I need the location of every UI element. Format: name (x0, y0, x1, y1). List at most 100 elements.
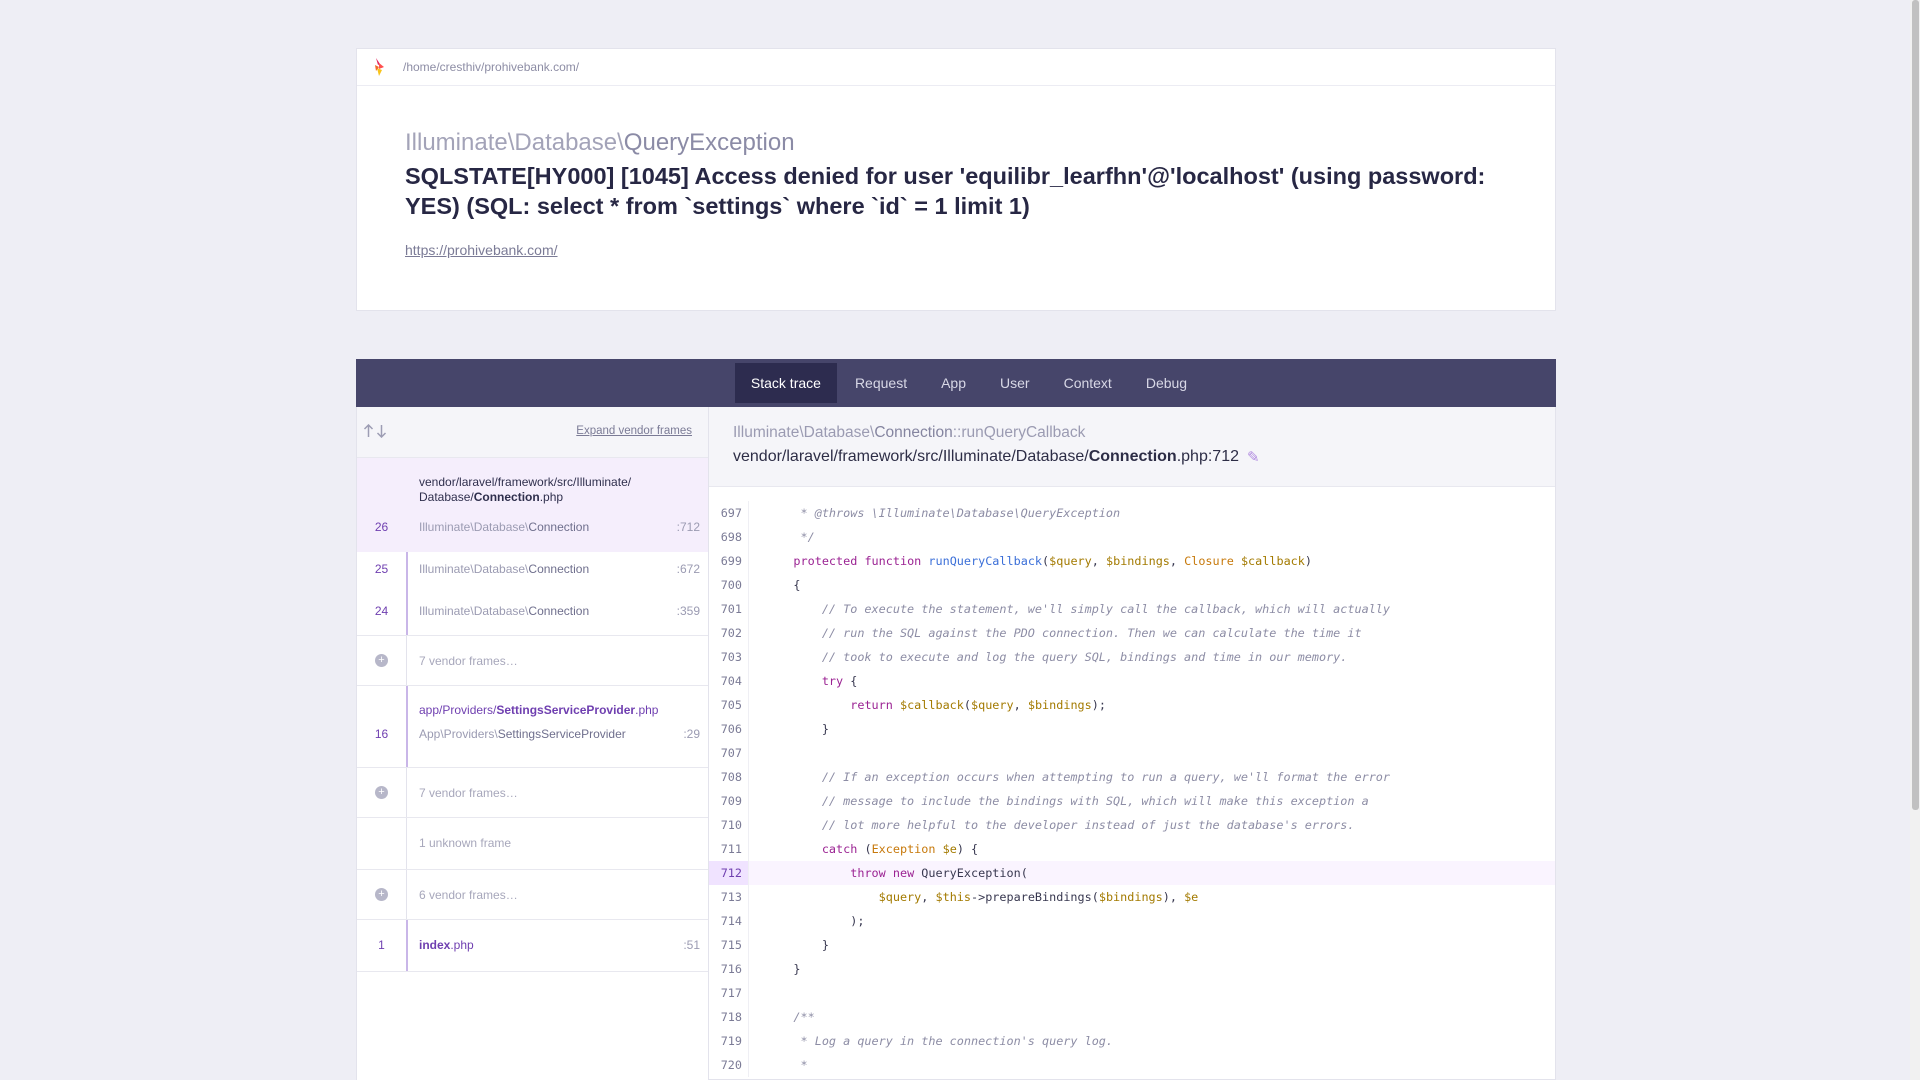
frame-number: 26 (374, 520, 389, 534)
code-line: 719 * Log a query in the connection's qu… (709, 1029, 1555, 1053)
line-number[interactable]: 710 (709, 813, 749, 837)
line-number[interactable]: 712 (709, 861, 749, 885)
code-text: // To execute the statement, we'll simpl… (765, 602, 1391, 616)
line-number[interactable]: 711 (709, 837, 749, 861)
frame-number: 1 (378, 938, 385, 952)
code-line: 707 (709, 741, 1555, 765)
line-number[interactable]: 718 (709, 1005, 749, 1029)
code-header: Illuminate\Database\Connection::runQuery… (709, 407, 1555, 487)
frame-row[interactable]: 24 Illuminate\Database\Connection :359 (357, 591, 708, 633)
expand-plus-icon[interactable]: + (375, 888, 388, 901)
line-number[interactable]: 703 (709, 645, 749, 669)
frame-line: :712 (676, 520, 700, 534)
unknown-frame-label: 1 unknown frame (419, 836, 512, 850)
line-number[interactable]: 715 (709, 933, 749, 957)
tab-request[interactable]: Request (839, 363, 923, 403)
line-number[interactable]: 698 (709, 525, 749, 549)
exception-class: Illuminate\Database\QueryException (405, 129, 795, 157)
line-number[interactable]: 707 (709, 741, 749, 765)
line-number[interactable]: 706 (709, 717, 749, 741)
code-line: 703 // took to execute and log the query… (709, 645, 1555, 669)
line-number[interactable]: 699 (709, 549, 749, 573)
exception-message: SQLSTATE[HY000] [1045] Access denied for… (405, 163, 1486, 219)
line-number[interactable]: 705 (709, 693, 749, 717)
line-number[interactable]: 700 (709, 573, 749, 597)
exception-short-name: QueryException (623, 129, 795, 156)
code-line: 717 (709, 981, 1555, 1005)
line-number[interactable]: 708 (709, 765, 749, 789)
line-number[interactable]: 704 (709, 669, 749, 693)
exception-header-card: /home/cresthiv/prohivebank.com/ Illumina… (356, 48, 1556, 311)
expand-plus-icon[interactable]: + (375, 654, 388, 667)
unknown-frame[interactable]: 1 unknown frame (357, 818, 708, 870)
code-line: 702 // run the SQL against the PDO conne… (709, 621, 1555, 645)
frames-list: Expand vendor frames vendor/laravel/fram… (357, 407, 709, 1080)
expand-vendor-frames-link[interactable]: Expand vendor frames (576, 425, 692, 437)
page-scrollbar[interactable] (1910, 0, 1920, 1080)
code-file-path: vendor/laravel/framework/src/Illuminate/… (733, 448, 1260, 466)
code-text: /** (765, 1010, 815, 1024)
exception-namespace: Illuminate\Database\ (405, 129, 624, 156)
frame-row[interactable]: 25 Illuminate\Database\Connection :672 (357, 549, 708, 591)
vendor-frames-label: 7 vendor frames… (419, 654, 518, 668)
code-line: 711 catch (Exception $e) { (709, 837, 1555, 861)
code-text: return $callback($query, $bindings); (850, 698, 1106, 712)
tab-app[interactable]: App (925, 363, 982, 403)
frame-number: 16 (374, 727, 389, 741)
tabs-bar: Stack trace Request App User Context Deb… (356, 359, 1556, 407)
code-line: 701 // To execute the statement, we'll s… (709, 597, 1555, 621)
code-text: $query, $this->prepareBindings($bindings… (878, 890, 1199, 904)
frame-rail (406, 768, 407, 817)
scrollbar-thumb[interactable] (1912, 0, 1919, 810)
vendor-frames-collapsed[interactable]: + 7 vendor frames… (357, 636, 708, 686)
frame-group-index[interactable]: 1 index.php :51 (357, 920, 708, 972)
code-line: 718 /** (709, 1005, 1555, 1029)
code-line: 699 protected function runQueryCallback(… (709, 549, 1555, 573)
line-number[interactable]: 701 (709, 597, 749, 621)
frame-file-path: index.php (419, 938, 474, 952)
code-text: // If an exception occurs when attemptin… (765, 770, 1391, 784)
code-text: */ (765, 530, 815, 544)
code-text: protected function runQueryCallback($que… (793, 554, 1312, 568)
code-line: 712 throw new QueryException( (709, 861, 1555, 885)
line-number[interactable]: 716 (709, 957, 749, 981)
frame-class: Illuminate\Database\Connection (419, 604, 590, 618)
stack-trace-panel: Expand vendor frames vendor/laravel/fram… (356, 407, 1556, 1080)
code-line: 706 } (709, 717, 1555, 741)
line-number[interactable]: 720 (709, 1053, 749, 1077)
request-url-link[interactable]: https://prohivebank.com/ (405, 242, 558, 258)
sort-frames-icon[interactable] (363, 424, 387, 438)
frame-row[interactable]: 26 Illuminate\Database\Connection :712 (357, 507, 708, 549)
line-number[interactable]: 717 (709, 981, 749, 1005)
code-class-method: Illuminate\Database\Connection::runQuery… (733, 424, 1086, 441)
code-text: { (765, 578, 801, 592)
app-path: /home/cresthiv/prohivebank.com/ (403, 60, 580, 74)
code-text: // took to execute and log the query SQL… (765, 650, 1348, 664)
frames-toolbar: Expand vendor frames (357, 407, 708, 458)
frame-file-path[interactable]: vendor/laravel/framework/src/Illuminate/… (357, 458, 708, 505)
line-number[interactable]: 719 (709, 1029, 749, 1053)
pencil-icon[interactable]: ✎ (1247, 448, 1260, 466)
tab-user[interactable]: User (984, 363, 1046, 403)
tab-stack-trace[interactable]: Stack trace (734, 363, 837, 403)
code-viewer: Illuminate\Database\Connection::runQuery… (709, 407, 1555, 1080)
line-number[interactable]: 702 (709, 621, 749, 645)
frame-row[interactable]: 16 App\Providers\SettingsServiceProvider… (357, 714, 708, 756)
vendor-frames-collapsed[interactable]: + 7 vendor frames… (357, 768, 708, 818)
frame-line: :359 (676, 604, 700, 618)
line-number[interactable]: 709 (709, 789, 749, 813)
frame-row[interactable]: 1 index.php :51 (357, 920, 708, 970)
vendor-frames-collapsed[interactable]: + 6 vendor frames… (357, 870, 708, 920)
expand-plus-icon[interactable]: + (375, 786, 388, 799)
tab-debug[interactable]: Debug (1130, 363, 1203, 403)
ignition-logo-icon (373, 57, 389, 77)
line-number[interactable]: 697 (709, 501, 749, 525)
code-line: 716 } (709, 957, 1555, 981)
code-text: ); (765, 914, 865, 928)
tab-context[interactable]: Context (1048, 363, 1128, 403)
path-bar: /home/cresthiv/prohivebank.com/ (357, 49, 1555, 86)
code-text: } (765, 938, 829, 952)
line-number[interactable]: 714 (709, 909, 749, 933)
line-number[interactable]: 713 (709, 885, 749, 909)
frame-group-settings-provider: app/Providers/SettingsServiceProvider.ph… (357, 686, 708, 768)
